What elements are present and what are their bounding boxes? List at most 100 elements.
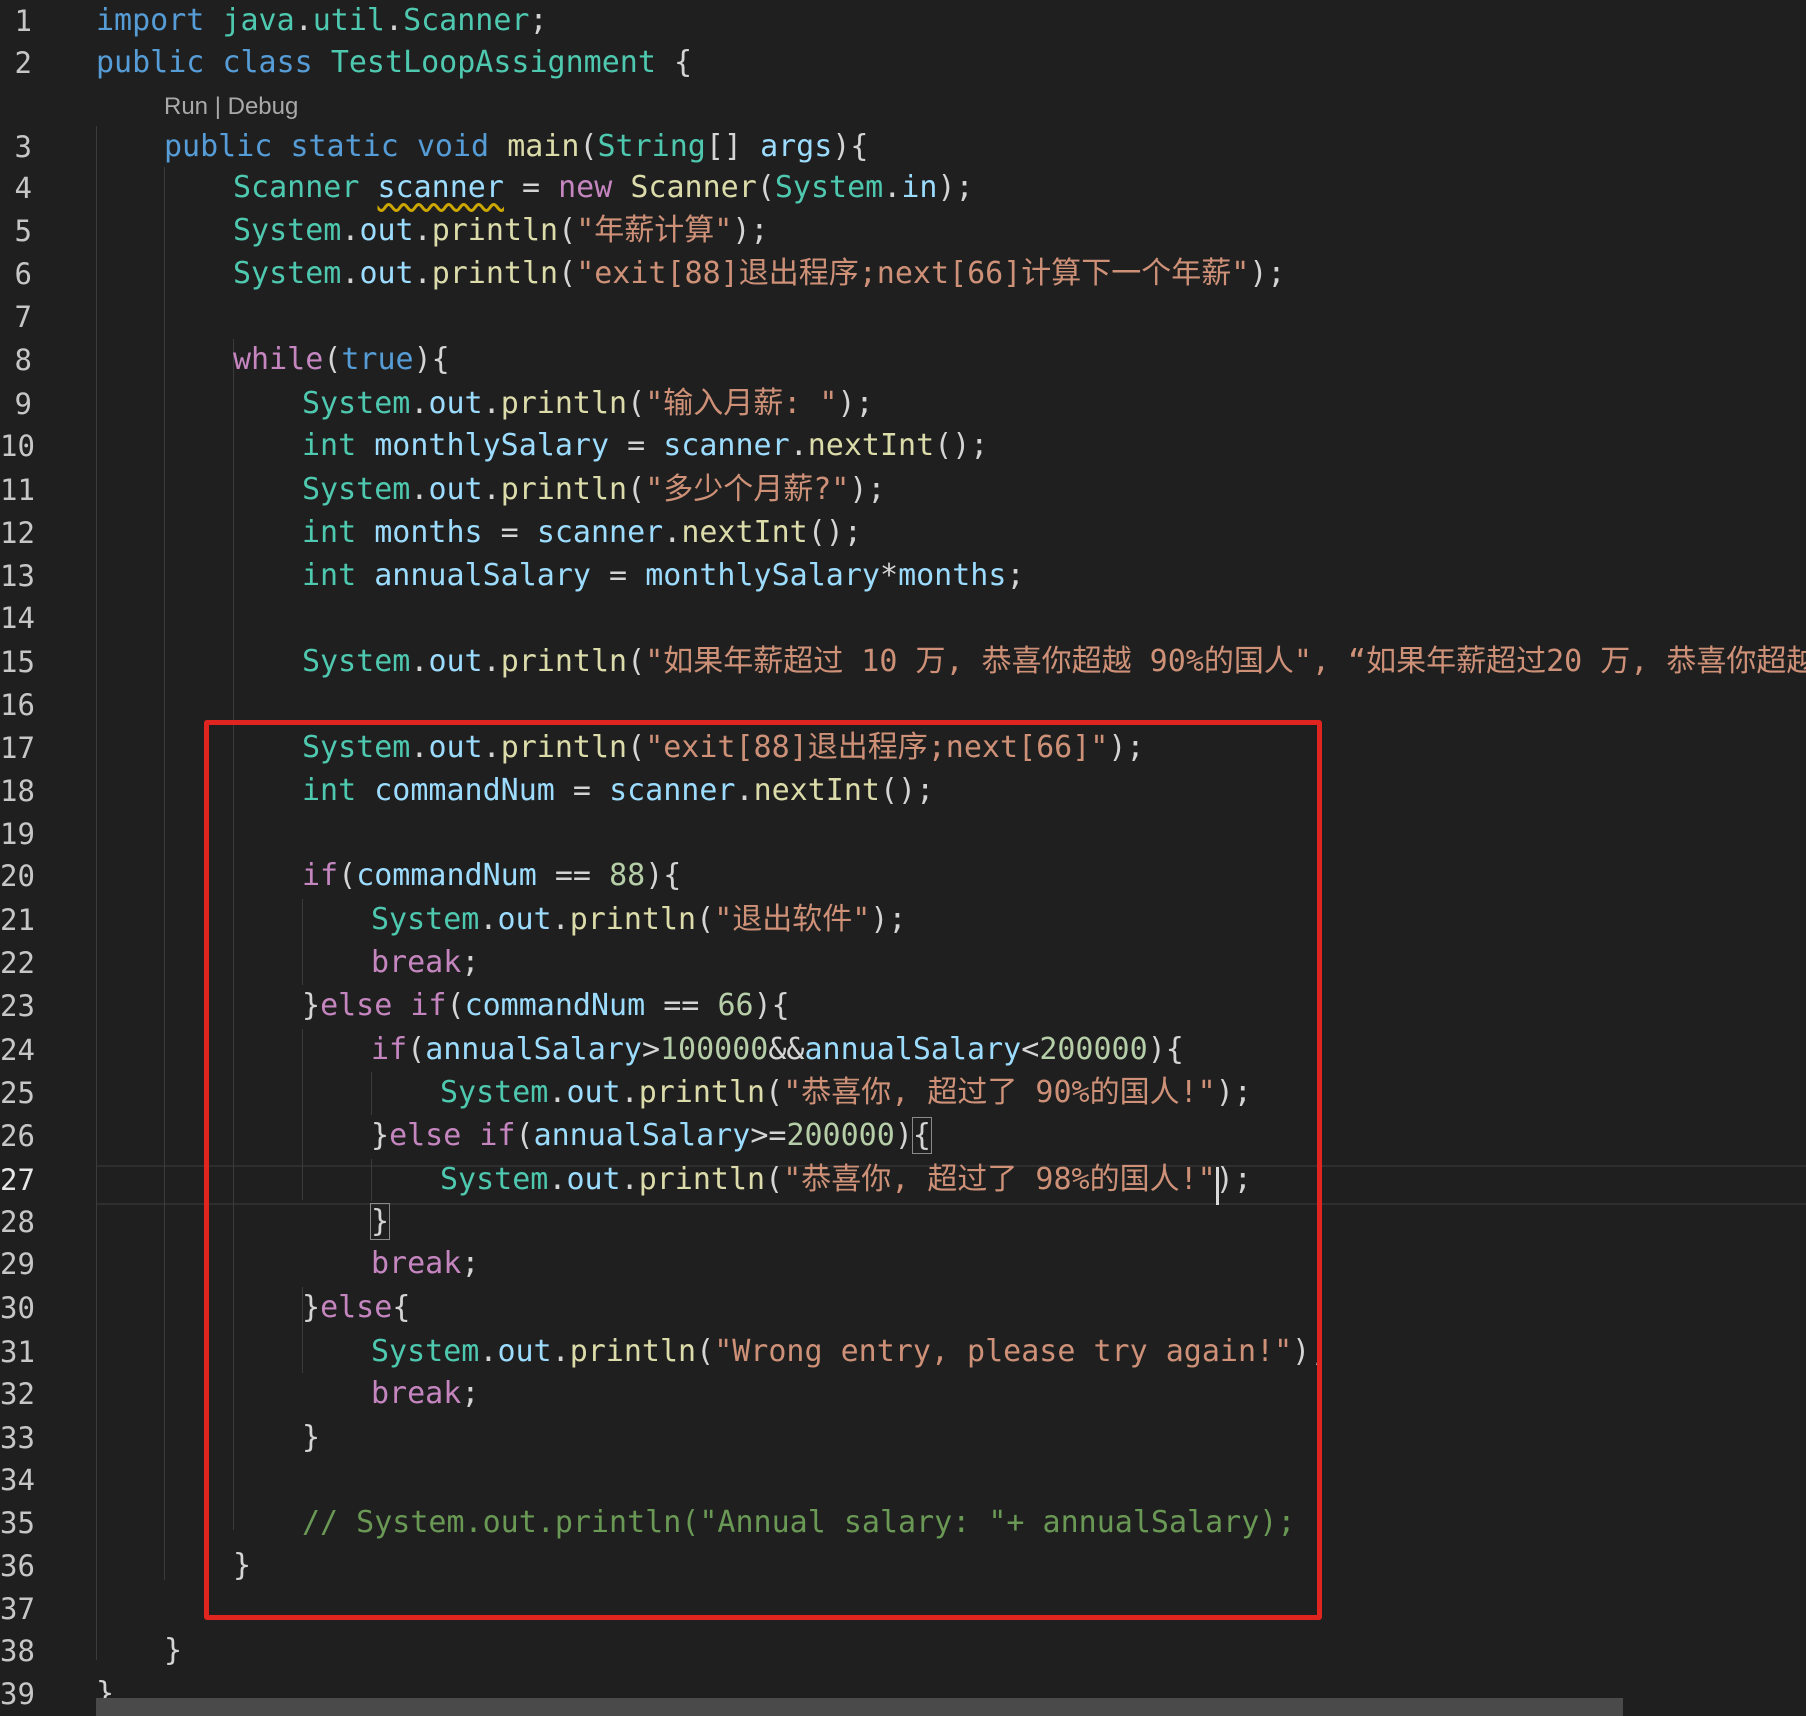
- code-token: .: [413, 213, 432, 248]
- code-token: .: [410, 644, 429, 679]
- line-code[interactable]: System.out.println("如果年薪超过 10 万, 恭喜你超越 9…: [302, 641, 1806, 683]
- line-code[interactable]: System.out.println("输入月薪: ");: [302, 383, 874, 425]
- code-token: System: [233, 256, 342, 291]
- code-token: System: [302, 644, 411, 679]
- code-token: ();: [807, 515, 862, 550]
- code-token: (: [323, 342, 342, 377]
- code-token: args: [760, 129, 833, 164]
- code-line[interactable]: 10 int monthlySalary = scanner.nextInt();: [0, 425, 1806, 467]
- code-token: );: [937, 170, 974, 205]
- code-line[interactable]: 38}: [0, 1630, 1806, 1672]
- line-number: 13: [0, 559, 35, 593]
- code-line[interactable]: 12 int months = scanner.nextInt();: [0, 512, 1806, 554]
- code-token: .: [482, 386, 501, 421]
- code-token: "多少个月薪?": [645, 472, 850, 507]
- line-code[interactable]: System.out.println("年薪计算");: [233, 210, 768, 252]
- line-number: 5: [14, 214, 32, 248]
- code-token: Scanner: [403, 3, 530, 38]
- line-number: 7: [14, 300, 32, 334]
- code-token: out: [359, 213, 414, 248]
- code-token: util: [312, 3, 385, 38]
- line-code[interactable]: public static void main(String[] args){: [164, 126, 868, 168]
- code-token: *: [880, 558, 899, 593]
- code-token: String: [597, 129, 706, 164]
- code-token: System: [774, 170, 884, 205]
- line-code[interactable]: System.out.println("多少个月薪?");: [302, 469, 886, 511]
- line-number: 9: [14, 387, 32, 421]
- line-number: 11: [0, 473, 35, 507]
- code-line[interactable]: 14: [0, 597, 1806, 639]
- line-number: 29: [0, 1247, 35, 1281]
- line-code[interactable]: }: [164, 1630, 182, 1672]
- code-token: "年薪计算": [576, 213, 733, 248]
- code-token: static: [290, 129, 399, 164]
- line-number: 33: [0, 1421, 35, 1455]
- line-number: 16: [0, 688, 35, 722]
- code-line[interactable]: 15 System.out.println("如果年薪超过 10 万, 恭喜你超越…: [0, 641, 1806, 683]
- code-token: .: [294, 3, 313, 38]
- code-token: );: [849, 472, 886, 507]
- code-line[interactable]: 11 System.out.println("多少个月薪?");: [0, 469, 1806, 511]
- line-code[interactable]: Scanner scanner = new Scanner(System.in)…: [233, 167, 974, 209]
- code-token: public: [164, 129, 273, 164]
- horizontal-scrollbar[interactable]: [96, 1698, 1623, 1716]
- code-token: class: [222, 45, 313, 80]
- code-token: System: [233, 213, 342, 248]
- run-codelens-link[interactable]: Run: [164, 93, 208, 120]
- line-code[interactable]: System.out.println("exit[88]退出程序;next[66…: [233, 253, 1285, 295]
- code-line[interactable]: 6 System.out.println("exit[88]退出程序;next[6…: [0, 253, 1806, 295]
- code-token: (: [558, 213, 577, 248]
- code-line[interactable]: 13 int annualSalary = monthlySalary*month…: [0, 555, 1806, 597]
- line-number: 31: [0, 1335, 35, 1369]
- code-token: void: [416, 129, 490, 164]
- line-code[interactable]: public class TestLoopAssignment {: [96, 42, 692, 84]
- code-line[interactable]: 3 public static void main(String[] args){: [0, 126, 1806, 168]
- code-token: int: [302, 558, 357, 593]
- code-line[interactable]: 4 Scanner scanner = new Scanner(System.in…: [0, 167, 1806, 209]
- line-code[interactable]: int months = scanner.nextInt();: [302, 512, 862, 554]
- line-code[interactable]: while(true){: [233, 339, 450, 381]
- code-token: import: [96, 3, 205, 38]
- line-code[interactable]: int annualSalary = monthlySalary*months;: [302, 555, 1025, 597]
- code-line[interactable]: 1 import java.util.Scanner;: [0, 0, 1806, 42]
- code-token: "如果年薪超过 10 万, 恭喜你超越 90%的国人", “如果年薪超过20 万…: [645, 644, 1806, 679]
- debug-codelens-link[interactable]: Debug: [228, 93, 299, 120]
- code-token: int: [302, 515, 357, 550]
- code-token: println: [500, 472, 628, 507]
- line-number: 18: [0, 774, 35, 808]
- line-number: 14: [0, 601, 35, 635]
- line-number: 8: [14, 343, 32, 377]
- code-line[interactable]: 5 System.out.println("年薪计算");: [0, 210, 1806, 252]
- code-line[interactable]: 2 public class TestLoopAssignment {: [0, 42, 1806, 84]
- code-token: System: [302, 386, 411, 421]
- code-line[interactable]: 8 while(true){: [0, 339, 1806, 381]
- line-code[interactable]: int monthlySalary = scanner.nextInt();: [302, 425, 988, 467]
- code-token: );: [1249, 256, 1286, 291]
- code-token: TestLoopAssignment: [330, 45, 656, 80]
- line-code[interactable]: import java.util.Scanner;: [96, 0, 548, 42]
- code-line[interactable]: 9 System.out.println("输入月薪: ");: [0, 383, 1806, 425]
- line-number: 39: [0, 1677, 35, 1711]
- code-token: =: [609, 428, 664, 463]
- code-token: int: [302, 428, 357, 463]
- code-token: java: [222, 3, 295, 38]
- line-number: 37: [0, 1592, 35, 1626]
- code-token: "exit[88]退出程序;next[66]计算下一个年薪": [576, 256, 1250, 291]
- code-token: );: [732, 213, 769, 248]
- code-token: ){: [832, 129, 869, 164]
- code-token: annualSalary: [374, 558, 591, 593]
- line-number: 34: [0, 1463, 35, 1497]
- code-token: []: [705, 129, 761, 164]
- line-number: 22: [0, 946, 35, 980]
- code-token: (: [558, 256, 577, 291]
- code-editor[interactable]: Run | Debug 1 import java.util.Scanner; 2 p…: [0, 0, 1806, 1716]
- line-number: 26: [0, 1119, 35, 1153]
- code-token: .: [883, 170, 902, 205]
- codelens-separator: |: [208, 93, 228, 120]
- code-line[interactable]: 7: [0, 296, 1806, 338]
